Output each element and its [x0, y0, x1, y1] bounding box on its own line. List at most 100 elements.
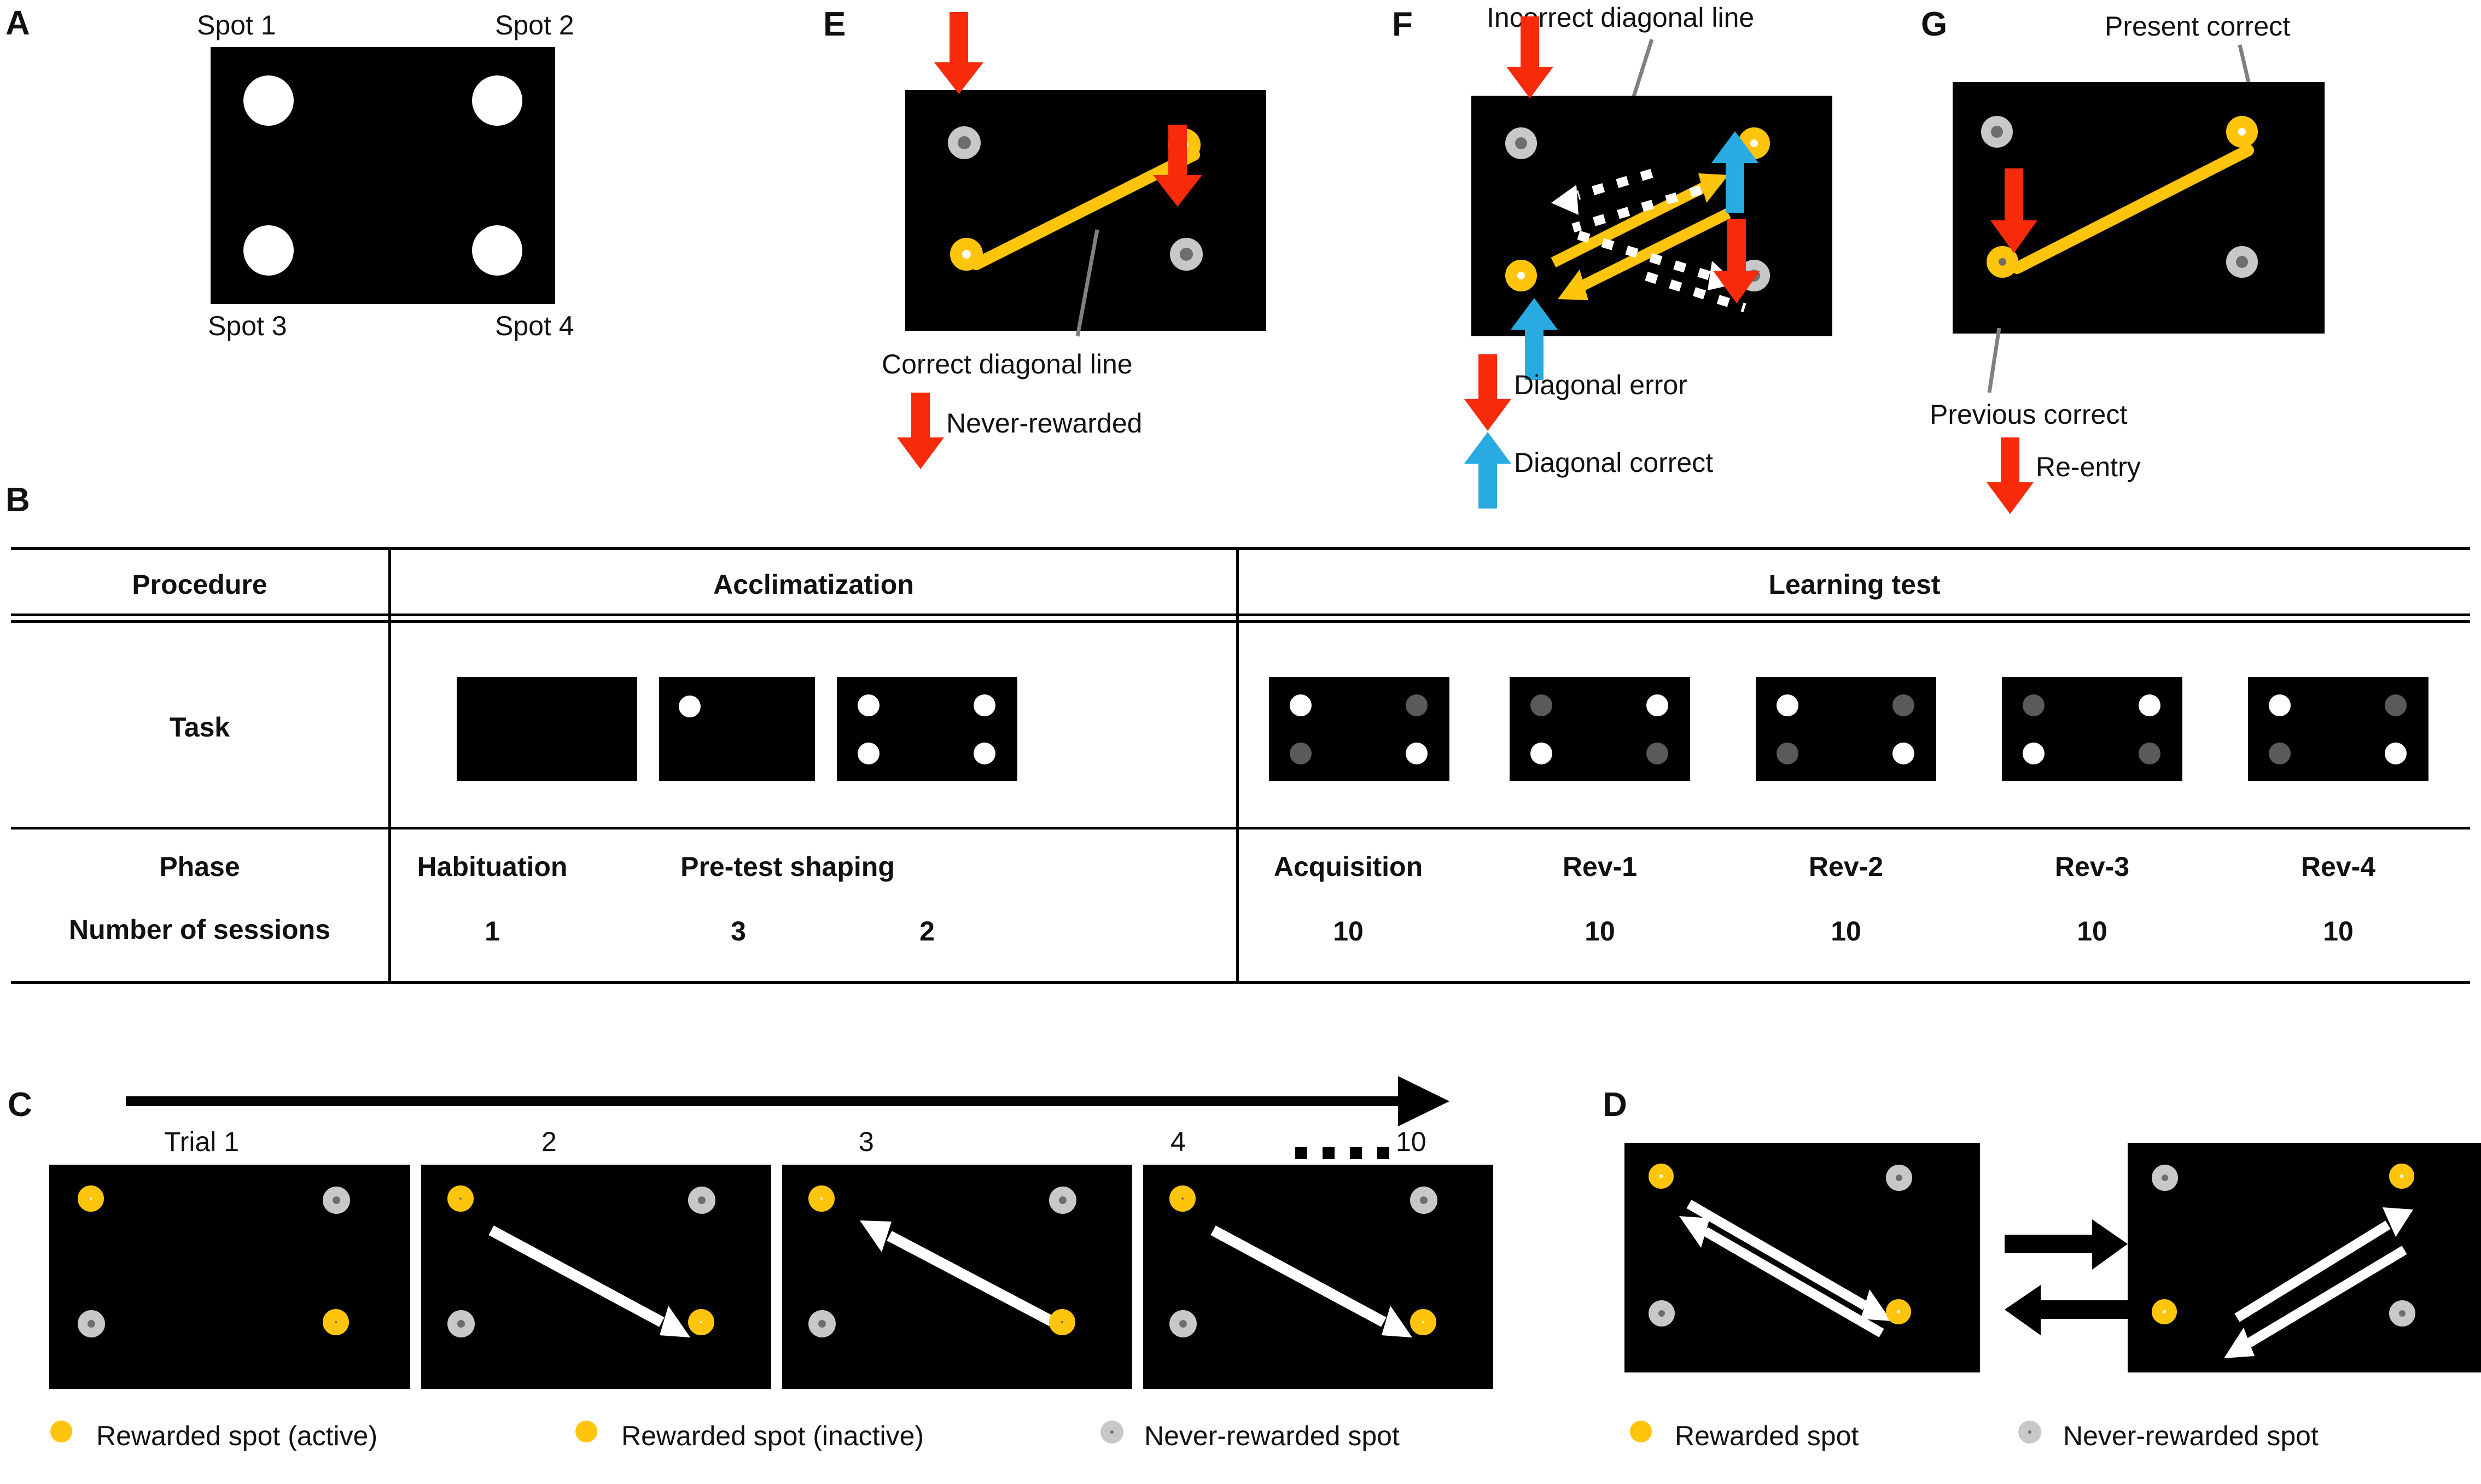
panel-c-legend-marker-rewarded-active: [50, 1421, 72, 1442]
panel-d-right-spot-tl-never-rewarded: [2152, 1165, 2178, 1191]
panel-d-legend-label-never-rewarded: Never-rewarded spot: [2063, 1421, 2319, 1451]
panel-c-t4-white-arrow: [1210, 1225, 1412, 1337]
panel-d-right-double-arrow: [2224, 1207, 2413, 1358]
table-task-thumb-pretest-4spot: [837, 677, 1017, 781]
panel-g-spot-bottom-left-previous-correct: [1987, 246, 2018, 278]
panel-c-trial-10-label: 10: [1396, 1126, 1426, 1157]
panel-e-legend-never-rewarded-label: Never-rewarded: [946, 408, 1143, 439]
panel-c-t2-spot-bl-never-rewarded: [447, 1310, 475, 1337]
panel-a-spot4-label: Spot 4: [495, 311, 574, 341]
panel-a-spot-4: [472, 225, 522, 276]
panel-a-spot-1: [243, 75, 294, 126]
panel-letter-e: E: [823, 5, 846, 43]
table-sessions-habituation: 1: [485, 916, 500, 947]
thumb-spot-white-br: [1892, 743, 1914, 764]
panel-c-ellipsis-dot-4: [1377, 1147, 1389, 1159]
thumb-spot-white-br: [974, 743, 995, 764]
panel-letter-f: F: [1392, 5, 1413, 43]
panel-d-right-arrow-to-tr: [2234, 1207, 2413, 1322]
panel-d-right-arrow-to-bl: [2224, 1246, 2407, 1358]
panel-c-t2-spot-tr-never-rewarded: [688, 1187, 715, 1214]
panel-d-legend-marker-never-rewarded: [2018, 1421, 2041, 1444]
panel-a-spot3-label: Spot 3: [208, 311, 287, 341]
panel-c-t4-spot-br-rewarded-active: [1410, 1309, 1436, 1335]
table-rule-2: [11, 620, 2470, 623]
panel-f-spot-top-left-never-rewarded: [1505, 127, 1537, 159]
panel-d-legend-marker-rewarded: [1630, 1421, 1652, 1442]
panel-d-right-spot-bl-rewarded: [2152, 1299, 2177, 1324]
panel-e-spot-bottom-left-rewarded: [950, 238, 983, 271]
thumb-spot-white-tl: [858, 694, 880, 716]
thumb-spot-white-br: [1406, 743, 1428, 764]
panel-c-trial-3-label: 3: [859, 1126, 874, 1157]
panel-f-white-dotted-arrow-left: [1551, 168, 1653, 215]
panel-d-left-double-arrow: [1679, 1200, 1891, 1337]
panel-letter-a: A: [5, 4, 30, 42]
panel-g-arena: [1953, 82, 2325, 334]
panel-a-arena: [211, 47, 555, 304]
panel-a-spot1-label: Spot 1: [197, 10, 276, 40]
table-rule-3: [11, 827, 2470, 829]
panel-c-legend-label-never-rewarded: Never-rewarded spot: [1144, 1421, 1400, 1451]
panel-d-left-spot-tl-rewarded: [1649, 1164, 1674, 1189]
panel-c-t3-spot-br-rewarded-inactive: [1049, 1309, 1075, 1335]
panel-c-trial-1-label: Trial 1: [164, 1126, 240, 1157]
table-row-header-task: Task: [169, 712, 230, 743]
table-phase-acquisition: Acquisition: [1273, 851, 1423, 882]
thumb-spot-white-br: [2385, 743, 2407, 764]
panel-c-t2-spot-tl-rewarded-inactive: [447, 1185, 474, 1212]
panel-c-t2-spot-br-rewarded-active: [688, 1309, 714, 1335]
panel-c-trial-4-label: 4: [1170, 1126, 1186, 1157]
table-row-header-procedure: Procedure: [132, 569, 267, 600]
panel-f-spot-bottom-left-rewarded: [1505, 260, 1537, 291]
table-rule-1: [11, 614, 2470, 616]
table-phase-pretest-shaping: Pre-test shaping: [680, 851, 895, 882]
panel-g-spot-bottom-right-never-rewarded: [2226, 246, 2258, 278]
panel-c-trial-2-arena: [421, 1165, 771, 1389]
thumb-spot-gray-bl: [2269, 743, 2291, 764]
table-task-thumb-rev3: [2002, 677, 2182, 781]
panel-d-left-arrow-to-tl: [1679, 1216, 1884, 1337]
panel-c-ellipsis-dot-1: [1295, 1147, 1307, 1159]
table-sessions-acquisition: 10: [1333, 916, 1364, 947]
panel-d-right-spot-br-never-rewarded: [2389, 1300, 2415, 1327]
panel-d-transition-arrow-left-icon: [2005, 1285, 2128, 1335]
table-vrule-left: [388, 550, 391, 981]
panel-c-legend-marker-rewarded-inactive: [575, 1421, 597, 1442]
panel-f-spot-bottom-right-never-rewarded: [1738, 260, 1770, 291]
panel-d-right-spot-tr-rewarded: [2389, 1164, 2414, 1189]
thumb-spot-white-bl: [1530, 743, 1552, 764]
panel-letter-g: G: [1921, 5, 1948, 43]
thumb-spot-white-tl: [679, 696, 701, 717]
panel-a-spot-2: [472, 75, 522, 126]
panel-g-legend-reentry-label: Re-entry: [2036, 452, 2141, 482]
panel-f-legend-diagonal-error-label: Diagonal error: [1514, 370, 1687, 400]
panel-c-t1-spot-tl-rewarded-active: [78, 1185, 104, 1212]
table-sessions-rev2: 10: [1831, 916, 1861, 947]
panel-letter-d: D: [1603, 1086, 1627, 1124]
table-cell-procedure-learning-test: Learning test: [1768, 569, 1941, 600]
panel-a-spot-3: [243, 225, 294, 276]
table-sessions-rev3: 10: [2077, 916, 2107, 947]
panel-c-timeline-arrow: [126, 1076, 1449, 1126]
panel-f-callout-label: Incorrect diagonal line: [1487, 2, 1755, 33]
panel-d-arena-right: [2128, 1143, 2481, 1372]
thumb-spot-white-tl: [1290, 694, 1312, 716]
table-cell-procedure-acclimatization: Acclimatization: [713, 569, 914, 600]
panel-d-arena-left: [1624, 1143, 1980, 1372]
panel-g-previous-correct-leader-line: [1987, 328, 2001, 393]
panel-a-spot2-label: Spot 2: [495, 10, 574, 40]
table-sessions-pretest-2: 2: [919, 916, 935, 947]
panel-d-legend-label-rewarded: Rewarded spot: [1675, 1421, 1859, 1451]
panel-c-t1-spot-bl-never-rewarded: [78, 1310, 105, 1337]
panel-f-white-dotted-arrow-right-2: [1645, 271, 1746, 313]
panel-c-legend-marker-never-rewarded: [1100, 1421, 1123, 1444]
panel-c-t2-white-arrow: [488, 1225, 690, 1337]
panel-e-spot-top-left-never-rewarded: [948, 126, 981, 159]
table-row-header-sessions: Number of sessions: [69, 914, 330, 945]
table-task-thumb-rev2: [1756, 677, 1936, 781]
panel-c-legend-label-rewarded-inactive: Rewarded spot (inactive): [621, 1421, 924, 1451]
panel-c-t3-spot-tr-never-rewarded: [1049, 1187, 1076, 1214]
panel-f-spot-top-right-rewarded: [1738, 127, 1770, 159]
thumb-spot-white-bl: [858, 743, 880, 764]
